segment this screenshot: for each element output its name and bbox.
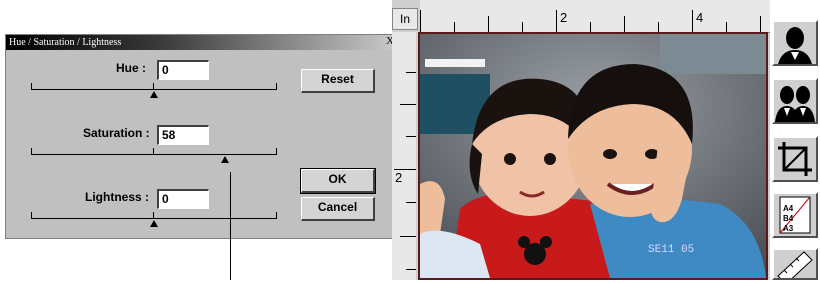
double-portrait-button[interactable] <box>772 78 818 124</box>
callout-line <box>230 172 231 280</box>
cancel-button[interactable]: Cancel <box>301 197 375 221</box>
top-ruler-label: 4 <box>696 10 704 25</box>
hue-label: Hue : <box>116 61 146 75</box>
photo-image <box>420 34 766 278</box>
ok-button[interactable]: OK <box>300 168 376 194</box>
saturation-input[interactable]: 58 <box>157 125 209 145</box>
ruler-button[interactable] <box>772 248 818 283</box>
left-ruler: 2 <box>392 32 416 280</box>
paper-label-b4: B4 <box>783 214 794 223</box>
hsl-dialog: Hue / Saturation / Lightness X Hue : 0 S… <box>5 34 395 239</box>
crop-button[interactable] <box>772 136 818 182</box>
hue-input[interactable]: 0 <box>157 60 209 80</box>
lightness-slider[interactable] <box>31 212 277 228</box>
single-portrait-icon <box>778 27 812 64</box>
double-portrait-icon <box>775 86 815 122</box>
dialog-titlebar[interactable]: Hue / Saturation / Lightness X <box>6 35 394 50</box>
crop-icon <box>778 142 812 176</box>
ruler-unit[interactable]: In <box>392 8 418 30</box>
top-ruler-label: 2 <box>560 10 568 25</box>
saturation-slider-thumb[interactable] <box>221 156 230 163</box>
paper-label-a4: A4 <box>783 204 794 213</box>
hue-slider[interactable] <box>31 83 277 99</box>
left-ruler-label: 2 <box>395 170 403 185</box>
saturation-slider[interactable] <box>31 148 277 164</box>
photo-date-stamp: SE11 05 <box>648 244 695 256</box>
paper-label-a3: A3 <box>783 224 794 233</box>
hue-slider-thumb[interactable] <box>150 91 158 98</box>
top-ruler: 2 4 <box>420 0 770 33</box>
lightness-input[interactable]: 0 <box>157 189 209 209</box>
reset-button[interactable]: Reset <box>301 69 375 93</box>
lightness-label: Lightness : <box>85 190 150 204</box>
ruler-icon <box>777 251 813 283</box>
single-portrait-button[interactable] <box>772 20 818 66</box>
paper-size-button[interactable]: A4 B4 A3 <box>772 192 818 238</box>
photo-preview[interactable]: SE11 05 <box>418 32 768 280</box>
dialog-title: Hue / Saturation / Lightness <box>9 37 122 48</box>
saturation-label: Saturation : <box>83 126 150 140</box>
lightness-slider-thumb[interactable] <box>150 220 158 227</box>
paper-size-icon: A4 B4 A3 <box>779 196 811 234</box>
